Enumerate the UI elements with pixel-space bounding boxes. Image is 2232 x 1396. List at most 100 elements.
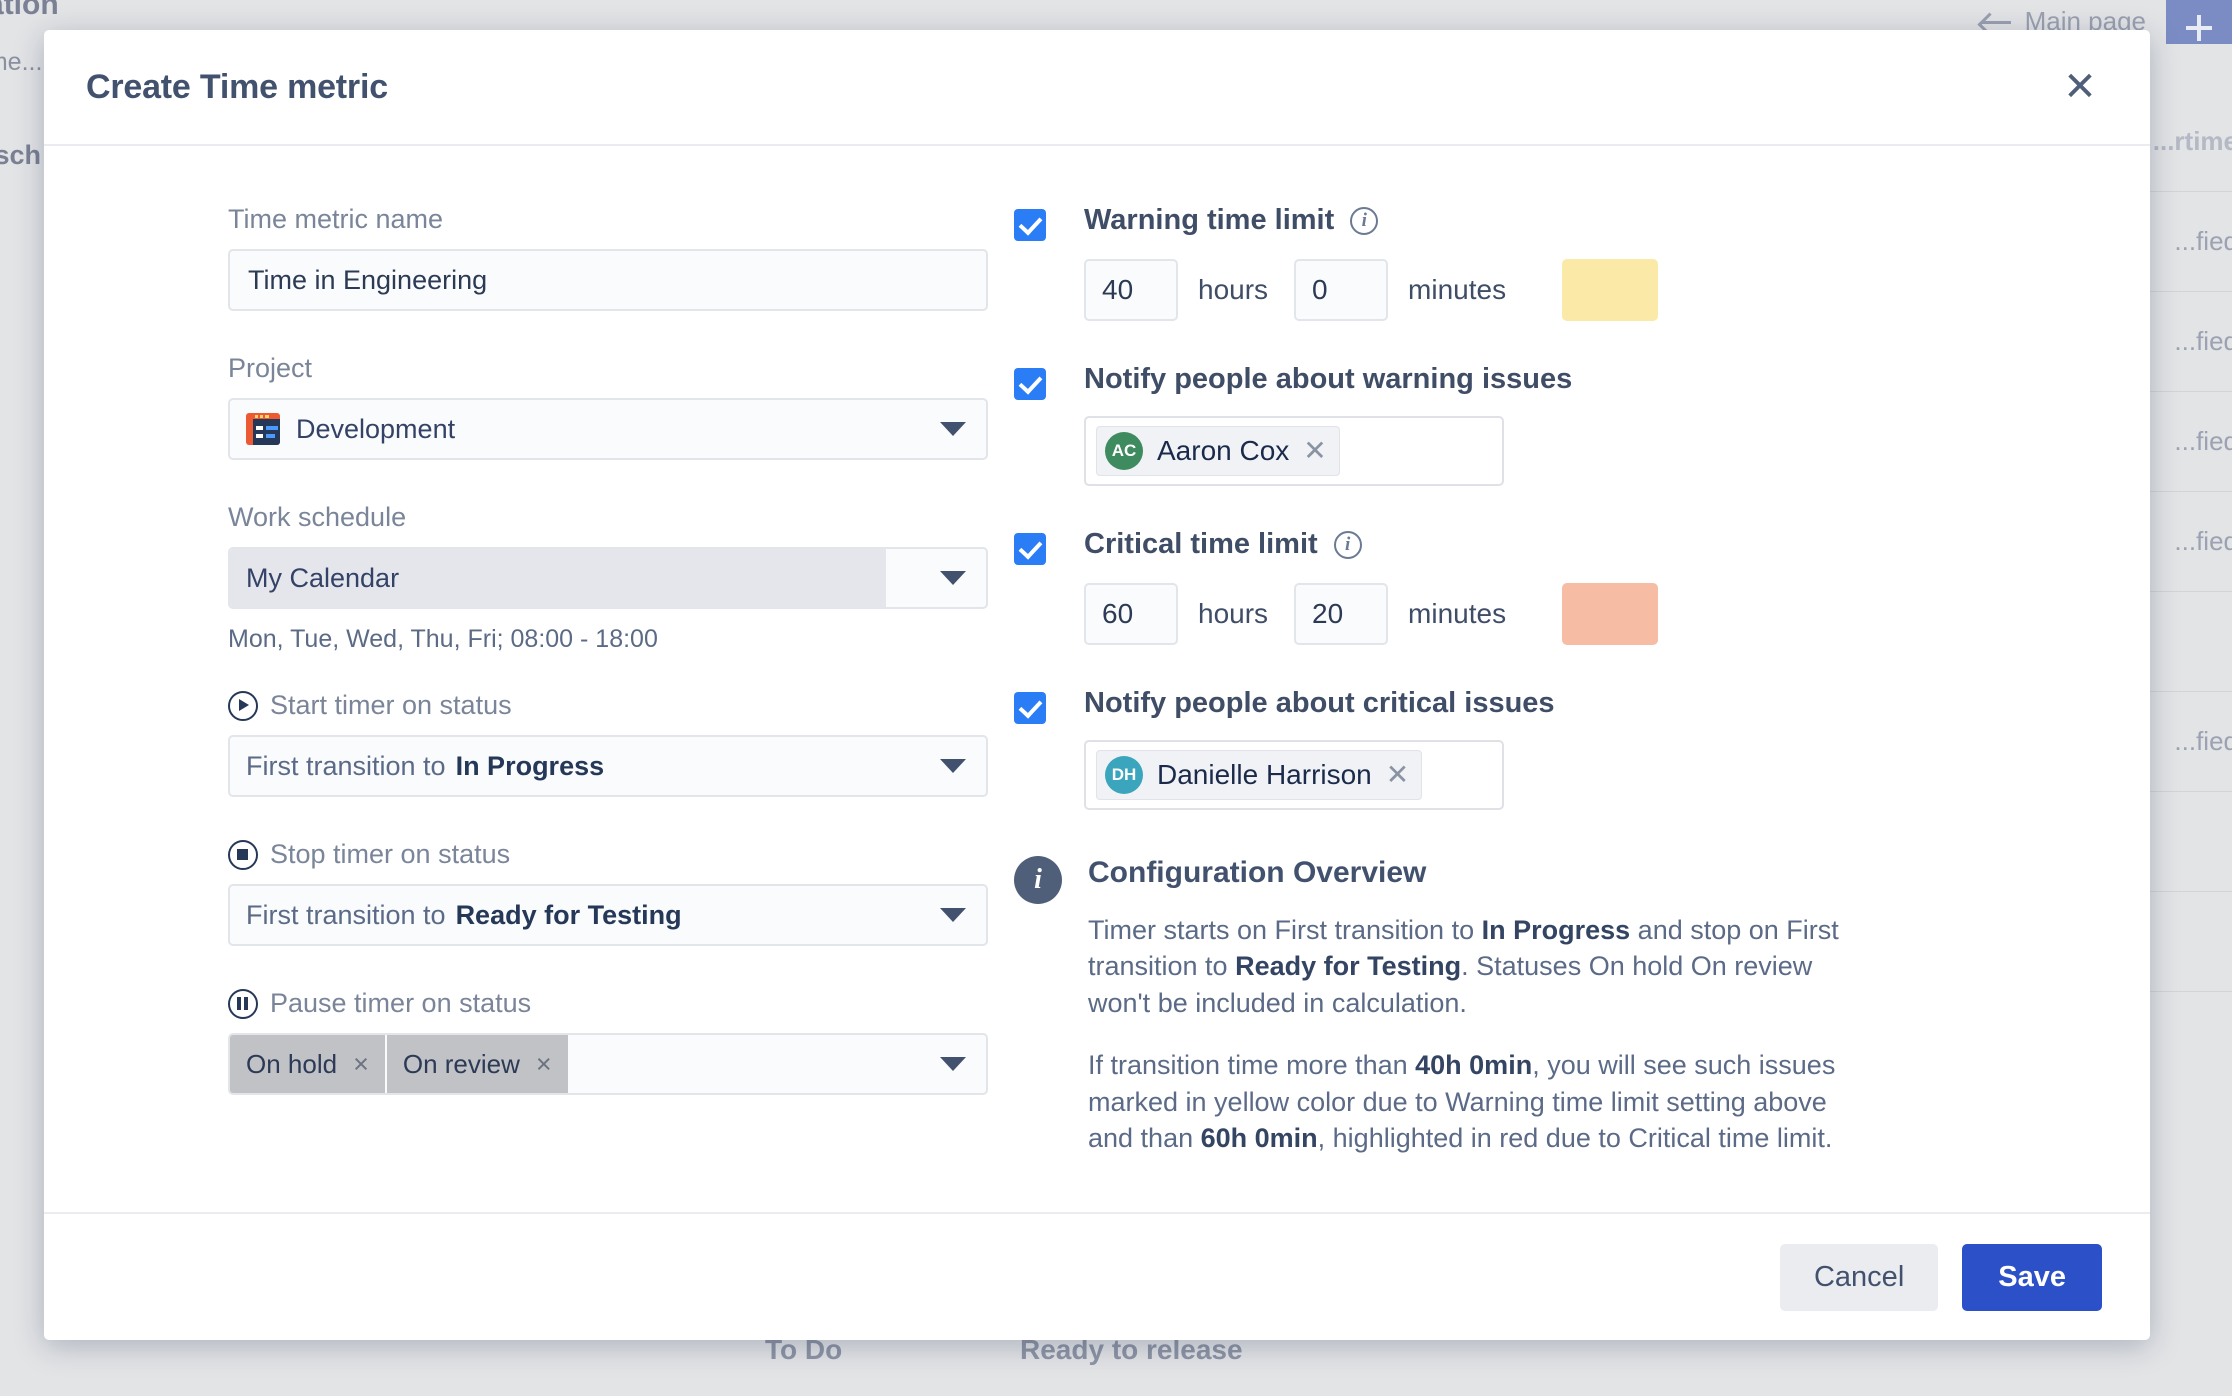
notify-critical-section: Notify people about critical issues DH D… xyxy=(1014,687,2104,810)
status-chip[interactable]: On hold × xyxy=(230,1035,385,1093)
chevron-down-icon xyxy=(940,571,966,585)
critical-hours-unit: hours xyxy=(1198,598,1268,630)
table-cell: ...fied xyxy=(2174,326,2232,357)
background-page-title: ...ation xyxy=(0,0,59,22)
start-timer-field: Start timer on status First transition t… xyxy=(228,690,890,797)
notify-critical-people-input[interactable]: DH Danielle Harrison ✕ xyxy=(1084,740,1504,810)
warning-time-limit-label: Warning time limit xyxy=(1084,204,1334,237)
work-schedule-field: Work schedule My Calendar Mon, Tue, Wed,… xyxy=(228,502,890,654)
time-metric-name-label: Time metric name xyxy=(228,204,890,235)
ov2-a: If transition time more than xyxy=(1088,1050,1415,1080)
save-button[interactable]: Save xyxy=(1962,1244,2102,1311)
status-chip-label: On hold xyxy=(246,1049,337,1080)
work-schedule-label: Work schedule xyxy=(228,502,890,533)
warning-color-swatch[interactable] xyxy=(1562,259,1658,321)
notify-warning-label: Notify people about warning issues xyxy=(1084,363,2104,396)
critical-time-limit-checkbox[interactable] xyxy=(1014,533,1046,565)
ov2-b: 40h 0min xyxy=(1415,1050,1532,1080)
ov2-d: 60h 0min xyxy=(1201,1123,1318,1153)
person-chip[interactable]: DH Danielle Harrison ✕ xyxy=(1096,750,1422,800)
left-form-column: Time metric name Project Development Wor… xyxy=(90,186,890,1212)
pause-timer-field: Pause timer on status On hold × On revie… xyxy=(228,988,890,1095)
table-cell: ...fied xyxy=(2174,726,2232,757)
project-field: Project Development xyxy=(228,353,890,460)
notify-warning-section: Notify people about warning issues AC Aa… xyxy=(1014,363,2104,486)
critical-hours-input[interactable] xyxy=(1084,583,1178,645)
warning-minutes-unit: minutes xyxy=(1408,274,1506,306)
stop-timer-field: Stop timer on status First transition to… xyxy=(228,839,890,946)
pause-timer-label: Pause timer on status xyxy=(270,988,531,1019)
chevron-down-icon xyxy=(940,422,966,436)
warning-time-limit-checkbox[interactable] xyxy=(1014,209,1046,241)
warning-hours-input[interactable] xyxy=(1084,259,1178,321)
dialog-title: Create Time metric xyxy=(86,68,388,107)
status-chip[interactable]: On review × xyxy=(387,1035,568,1093)
chevron-down-icon xyxy=(940,908,966,922)
time-metric-name-field: Time metric name xyxy=(228,204,890,311)
stop-timer-label-row: Stop timer on status xyxy=(228,839,890,870)
avatar: AC xyxy=(1105,432,1143,470)
info-icon[interactable]: i xyxy=(1350,207,1378,235)
work-schedule-hint: Mon, Tue, Wed, Thu, Fri; 08:00 - 18:00 xyxy=(228,625,890,654)
create-time-metric-dialog: Create Time metric ✕ Time metric name Pr… xyxy=(44,30,2150,1340)
critical-time-limit-section: Critical time limit i hours minutes xyxy=(1014,528,2104,645)
work-schedule-select[interactable]: My Calendar xyxy=(228,547,988,609)
stop-timer-prefix: First transition to xyxy=(246,900,446,931)
critical-time-limit-label-row: Critical time limit i xyxy=(1084,528,2104,561)
start-timer-status: In Progress xyxy=(456,751,605,782)
person-chip[interactable]: AC Aaron Cox ✕ xyxy=(1096,426,1340,476)
table-cell: ...fied xyxy=(2174,526,2232,557)
project-avatar-icon xyxy=(246,413,280,445)
critical-minutes-input[interactable] xyxy=(1294,583,1388,645)
notify-warning-checkbox[interactable] xyxy=(1014,368,1046,400)
configuration-overview: i Configuration Overview Timer starts on… xyxy=(1014,856,2104,1183)
critical-time-limit-label: Critical time limit xyxy=(1084,528,1318,561)
work-schedule-selected-value: My Calendar xyxy=(230,549,886,607)
remove-person-icon[interactable]: ✕ xyxy=(1303,437,1326,465)
info-icon[interactable]: i xyxy=(1334,531,1362,559)
background-page-subtitle: e me... xyxy=(0,48,42,77)
project-select[interactable]: Development xyxy=(228,398,988,460)
notify-warning-people-input[interactable]: AC Aaron Cox ✕ xyxy=(1084,416,1504,486)
table-cell: ...fied xyxy=(2174,426,2232,457)
dialog-header: Create Time metric ✕ xyxy=(44,30,2150,146)
pause-timer-multiselect[interactable]: On hold × On review × xyxy=(228,1033,988,1095)
table-cell: ...rtime xyxy=(2153,126,2232,157)
cancel-button[interactable]: Cancel xyxy=(1780,1244,1938,1311)
ov1-d: Ready for Testing xyxy=(1235,951,1461,981)
status-chip-label: On review xyxy=(403,1049,520,1080)
notify-critical-checkbox[interactable] xyxy=(1014,692,1046,724)
ov1-a: Timer starts on First transition to xyxy=(1088,915,1482,945)
start-timer-select[interactable]: First transition to In Progress xyxy=(228,735,988,797)
avatar: DH xyxy=(1105,756,1143,794)
time-metric-name-input[interactable] xyxy=(228,249,988,311)
notify-critical-label: Notify people about critical issues xyxy=(1084,687,2104,720)
warning-time-limit-section: Warning time limit i hours minutes xyxy=(1014,204,2104,321)
pause-timer-label-row: Pause timer on status xyxy=(228,988,890,1019)
warning-minutes-input[interactable] xyxy=(1294,259,1388,321)
background-page-subtitle-2: t sch xyxy=(0,140,41,171)
dialog-footer: Cancel Save xyxy=(44,1212,2150,1340)
start-timer-label: Start timer on status xyxy=(270,690,512,721)
stop-icon xyxy=(228,840,258,870)
stop-timer-label: Stop timer on status xyxy=(270,839,510,870)
ov2-e: , highlighted in red due to Critical tim… xyxy=(1318,1123,1833,1153)
critical-color-swatch[interactable] xyxy=(1562,583,1658,645)
add-button[interactable] xyxy=(2166,0,2232,44)
remove-chip-icon[interactable]: × xyxy=(536,1051,552,1078)
critical-minutes-unit: minutes xyxy=(1408,598,1506,630)
table-cell: ...fied xyxy=(2174,226,2232,257)
warning-time-limit-label-row: Warning time limit i xyxy=(1084,204,2104,237)
remove-chip-icon[interactable]: × xyxy=(353,1051,369,1078)
remove-person-icon[interactable]: ✕ xyxy=(1386,761,1409,789)
stop-timer-status: Ready for Testing xyxy=(456,900,682,931)
info-circle-icon: i xyxy=(1014,856,1062,904)
project-label: Project xyxy=(228,353,890,384)
person-name: Aaron Cox xyxy=(1157,435,1289,467)
close-icon[interactable]: ✕ xyxy=(2054,61,2106,113)
configuration-overview-paragraph-1: Timer starts on First transition to In P… xyxy=(1088,912,1878,1021)
pause-icon xyxy=(228,989,258,1019)
chevron-down-icon xyxy=(940,1057,966,1071)
stop-timer-select[interactable]: First transition to Ready for Testing xyxy=(228,884,988,946)
person-name: Danielle Harrison xyxy=(1157,759,1372,791)
